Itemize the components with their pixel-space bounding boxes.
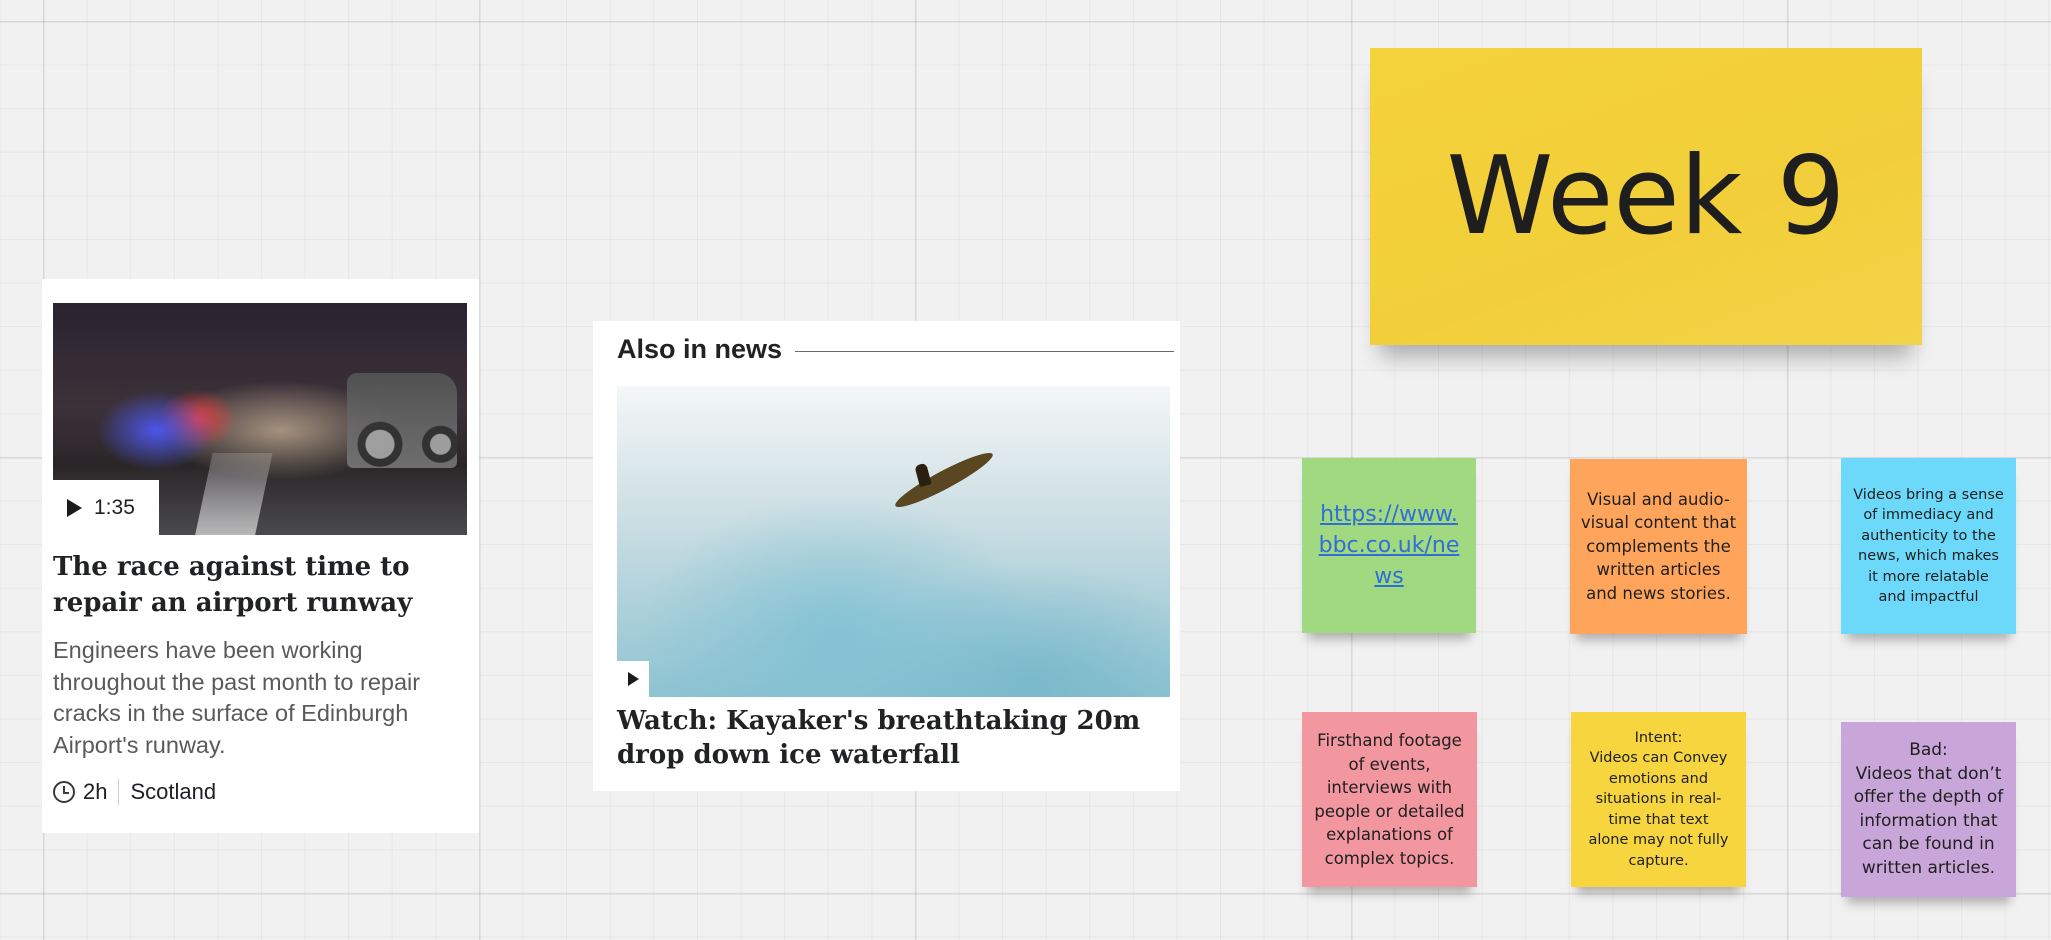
article-meta: 2h Scotland — [53, 777, 216, 807]
title-divider — [795, 351, 1174, 352]
time-ago: 2h — [83, 779, 108, 804]
sticky-text: Visual and audio-visual content that com… — [1580, 489, 1737, 603]
play-icon — [627, 672, 639, 686]
sticky-note-link[interactable]: https://www.bbc.co.uk/news — [1302, 458, 1476, 633]
summary-runway: Engineers have been working throughout t… — [53, 637, 421, 758]
play-icon — [67, 498, 82, 517]
headline-kayaker[interactable]: Watch: Kayaker's breathtaking 20m drop d… — [617, 704, 1177, 772]
runway-marking — [193, 453, 273, 535]
clock-icon — [53, 781, 75, 803]
week-title: Week 9 — [1446, 134, 1846, 259]
sticky-text: Bad: Videos that don’t offer the depth o… — [1853, 740, 2004, 878]
sticky-text: Videos bring a sense of immediacy and au… — [1853, 486, 2004, 606]
sticky-note-immediacy[interactable]: Videos bring a sense of immediacy and au… — [1841, 458, 2016, 634]
sticky-note-week-title[interactable]: Week 9 — [1370, 48, 1922, 345]
sticky-text: Intent: Videos can Convey emotions and s… — [1588, 729, 1729, 869]
headline-runway[interactable]: The race against time to repair an airpo… — [53, 549, 473, 621]
section-link-scotland[interactable]: Scotland — [130, 779, 216, 805]
video-thumbnail-kayaker[interactable] — [617, 386, 1170, 697]
bbc-news-link[interactable]: https://www.bbc.co.uk/news — [1302, 493, 1476, 598]
video-thumbnail-runway[interactable]: 1:35 — [53, 303, 467, 535]
video-play-badge[interactable]: 1:35 — [53, 480, 159, 535]
road-roller — [347, 373, 457, 468]
meta-divider — [118, 779, 120, 805]
video-duration: 1:35 — [94, 495, 135, 519]
also-in-news-title: Also in news — [617, 334, 783, 364]
sticky-text: Firsthand footage of events, interviews … — [1314, 731, 1465, 868]
kayak-shape — [891, 446, 997, 514]
news-card-kayaker[interactable]: Also in news Watch: Kayaker's breathtaki… — [593, 321, 1180, 791]
news-card-runway[interactable]: 1:35 The race against time to repair an … — [42, 279, 479, 833]
sticky-note-footage[interactable]: Firsthand footage of events, interviews … — [1302, 712, 1477, 887]
video-play-badge[interactable] — [617, 661, 649, 697]
sticky-note-intent[interactable]: Intent: Videos can Convey emotions and s… — [1571, 712, 1746, 887]
sticky-note-bad[interactable]: Bad: Videos that don’t offer the depth o… — [1841, 722, 2016, 897]
kayaker-shape — [914, 462, 932, 488]
sticky-note-visual-content[interactable]: Visual and audio-visual content that com… — [1570, 459, 1747, 634]
